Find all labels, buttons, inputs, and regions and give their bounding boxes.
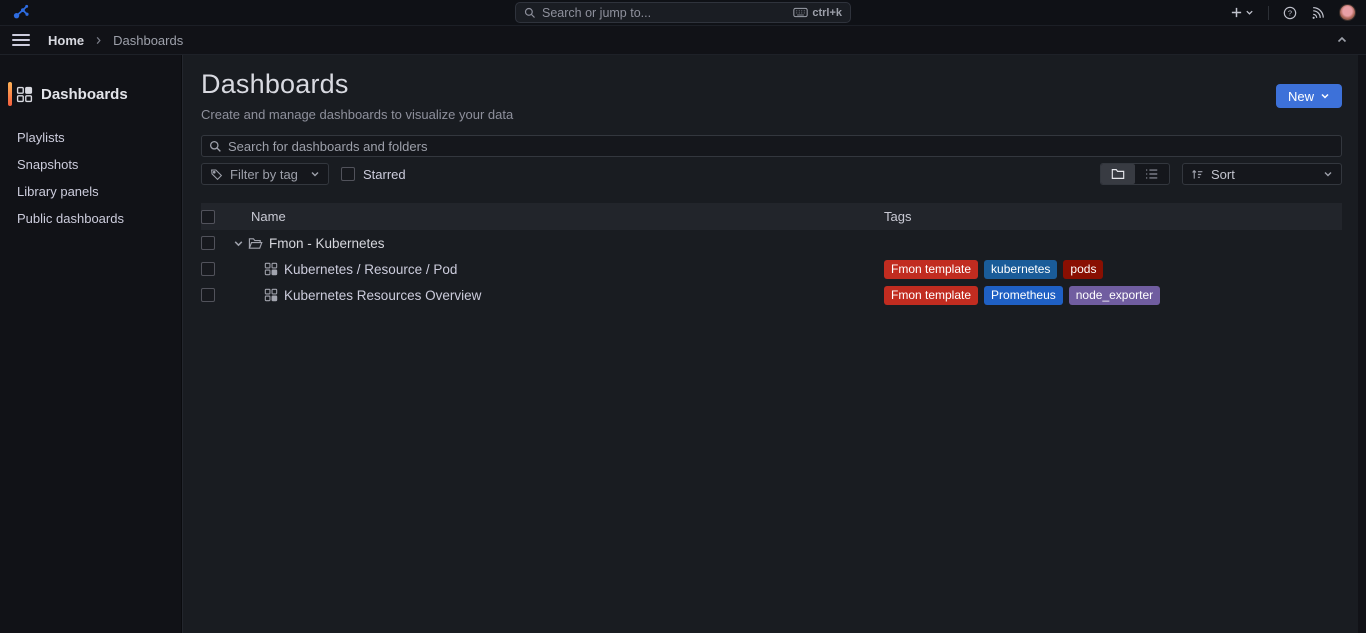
sidebar-item-public-dashboards[interactable]: Public dashboards: [0, 205, 181, 232]
divider: [1268, 6, 1269, 20]
new-menu-button[interactable]: [1230, 6, 1254, 19]
sort-label: Sort: [1211, 167, 1316, 182]
breadcrumb-bar: Home Dashboards: [0, 26, 1366, 55]
help-button[interactable]: ?: [1283, 6, 1297, 20]
tag-pill[interactable]: kubernetes: [984, 260, 1057, 279]
folder-icon: [1111, 167, 1125, 181]
plus-icon: [1230, 6, 1243, 19]
row-checkbox[interactable]: [201, 288, 215, 302]
main-content: Dashboards Create and manage dashboards …: [182, 55, 1358, 633]
tag-filter-select[interactable]: Filter by tag: [201, 163, 329, 185]
tag-pill[interactable]: Fmon template: [884, 260, 978, 279]
row-name[interactable]: Fmon - Kubernetes: [269, 236, 385, 251]
breadcrumb-home[interactable]: Home: [48, 33, 84, 48]
tag-icon: [210, 168, 223, 181]
tag-pill[interactable]: pods: [1063, 260, 1103, 279]
global-search-input[interactable]: [542, 6, 787, 20]
page-title: Dashboards: [201, 69, 513, 100]
tag-pill[interactable]: Fmon template: [884, 286, 978, 305]
keyboard-icon: [793, 7, 808, 18]
dashboard-search-bar[interactable]: [201, 135, 1342, 157]
chevron-down-icon: [1323, 169, 1333, 179]
chevron-down-icon: [1320, 91, 1330, 101]
dashboard-grid-icon: [264, 262, 278, 276]
sidebar-item-dashboards[interactable]: Dashboards: [0, 80, 181, 108]
starred-label: Starred: [363, 167, 406, 182]
tag-pill[interactable]: node_exporter: [1069, 286, 1160, 305]
new-button[interactable]: New: [1276, 84, 1342, 108]
sidebar-item-playlists[interactable]: Playlists: [0, 124, 181, 151]
sidebar-item-snapshots[interactable]: Snapshots: [0, 151, 181, 178]
menu-toggle-icon[interactable]: [12, 32, 30, 48]
page-subtitle: Create and manage dashboards to visualiz…: [201, 107, 513, 122]
sidebar-item-library-panels[interactable]: Library panels: [0, 178, 181, 205]
chevron-down-icon: [1245, 8, 1254, 17]
row-name[interactable]: Kubernetes Resources Overview: [284, 288, 481, 303]
list-icon: [1145, 167, 1159, 181]
dashboard-search-input[interactable]: [228, 139, 1334, 154]
folder-view-button[interactable]: [1101, 164, 1135, 184]
starred-filter[interactable]: Starred: [341, 167, 406, 182]
row-checkbox[interactable]: [201, 262, 215, 276]
global-search-bar[interactable]: ctrl+k: [515, 2, 851, 23]
table-header-row: Name Tags: [201, 203, 1342, 230]
top-navbar: ctrl+k ?: [0, 0, 1366, 26]
dashboards-table: Name Tags Fmon - Kubernetes Kubernetes /…: [201, 203, 1342, 308]
view-mode-toggle: [1100, 163, 1170, 185]
row-checkbox[interactable]: [201, 236, 215, 250]
shortcut-label: ctrl+k: [812, 7, 842, 19]
sidebar-item-label: Dashboards: [41, 86, 128, 103]
name-column-header: Name: [231, 209, 286, 224]
tag-filter-label: Filter by tag: [230, 167, 303, 182]
question-circle-icon: ?: [1283, 6, 1297, 20]
folder-open-icon: [248, 236, 263, 251]
app-logo-icon[interactable]: [10, 3, 30, 23]
sort-icon: [1191, 168, 1204, 181]
chevron-right-icon: [94, 36, 103, 45]
apps-icon: [16, 86, 33, 103]
table-row[interactable]: Kubernetes Resources Overview Fmon templ…: [201, 282, 1342, 308]
sidebar: Dashboards Playlists Snapshots Library p…: [0, 55, 182, 633]
svg-text:?: ?: [1288, 8, 1292, 17]
list-view-button[interactable]: [1135, 164, 1169, 184]
rss-icon: [1311, 6, 1325, 20]
row-name[interactable]: Kubernetes / Resource / Pod: [284, 262, 457, 277]
sort-select[interactable]: Sort: [1182, 163, 1342, 185]
keyboard-shortcut: ctrl+k: [793, 7, 842, 19]
news-button[interactable]: [1311, 6, 1325, 20]
expand-chevron-icon[interactable]: [233, 238, 244, 249]
new-button-label: New: [1288, 89, 1314, 104]
table-row[interactable]: Fmon - Kubernetes: [201, 230, 1342, 256]
search-icon: [524, 7, 536, 19]
active-indicator: [8, 82, 12, 106]
breadcrumb-current: Dashboards: [113, 33, 183, 48]
search-icon: [209, 140, 222, 153]
starred-checkbox[interactable]: [341, 167, 355, 181]
chevron-down-icon: [310, 169, 320, 179]
table-body: Fmon - Kubernetes Kubernetes / Resource …: [201, 230, 1342, 308]
user-avatar[interactable]: [1339, 4, 1356, 21]
select-all-checkbox[interactable]: [201, 210, 215, 224]
tags-column-header: Tags: [884, 209, 911, 224]
dashboard-grid-icon: [264, 288, 278, 302]
collapse-chevron-up-icon[interactable]: [1330, 32, 1354, 48]
tag-pill[interactable]: Prometheus: [984, 286, 1063, 305]
table-row[interactable]: Kubernetes / Resource / Pod Fmon templat…: [201, 256, 1342, 282]
